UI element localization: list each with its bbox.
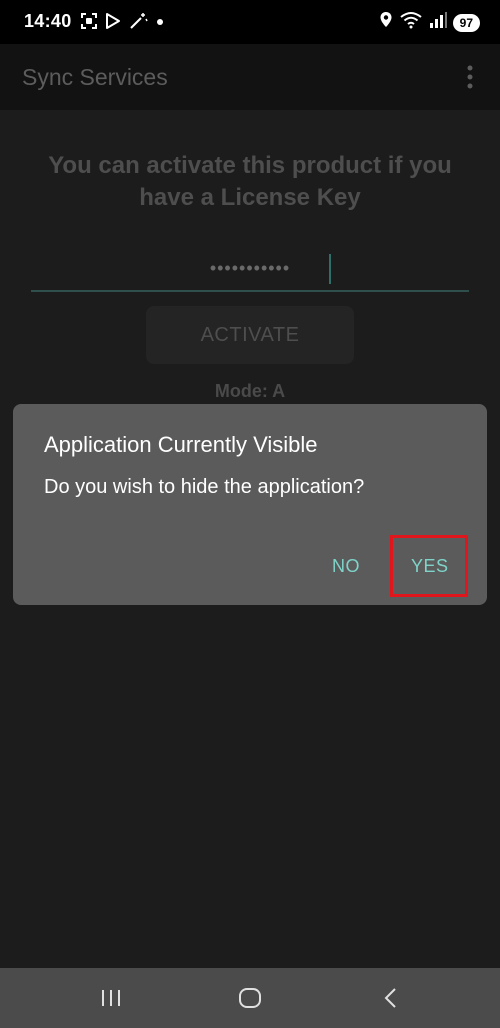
dialog-message: Do you wish to hide the application? [44,476,365,498]
status-time: 14:40 [24,11,72,31]
play-store-icon [104,12,122,35]
mode-label: Mode: A [214,381,286,401]
hide-app-dialog: Application Currently Visible Do you wis… [13,404,487,605]
license-key-value: ••••••••••• [209,258,291,278]
license-key-field[interactable]: ••••••••••• [31,246,469,292]
status-notification-icons [80,12,166,35]
activate-button[interactable]: ACTIVATE [146,306,354,364]
dialog-title: Application Currently Visible [44,432,318,457]
yes-button[interactable]: YES [411,556,449,577]
location-icon [379,11,393,34]
back-icon[interactable] [377,986,405,1010]
notification-dot-icon [154,12,166,35]
home-icon[interactable] [236,986,264,1010]
magic-wand-icon [128,12,148,35]
screen: 14:40 97 Sync Services You can activate … [0,0,500,1028]
recent-apps-icon[interactable] [97,986,125,1010]
navigation-bar [0,968,500,1028]
status-system-icons: 97 [379,11,480,34]
status-bar: 14:40 97 [0,0,500,44]
app-bar: Sync Services [0,44,500,110]
signal-icon [429,11,447,34]
wifi-icon [399,11,423,34]
app-title: Sync Services [22,64,168,90]
screenshot-icon [80,12,98,35]
text-cursor [329,254,331,284]
battery-badge: 97 [452,13,480,32]
overflow-menu-icon[interactable] [458,64,482,90]
no-button[interactable]: NO [332,556,360,577]
activation-heading: You can activate this product if you hav… [48,152,452,211]
